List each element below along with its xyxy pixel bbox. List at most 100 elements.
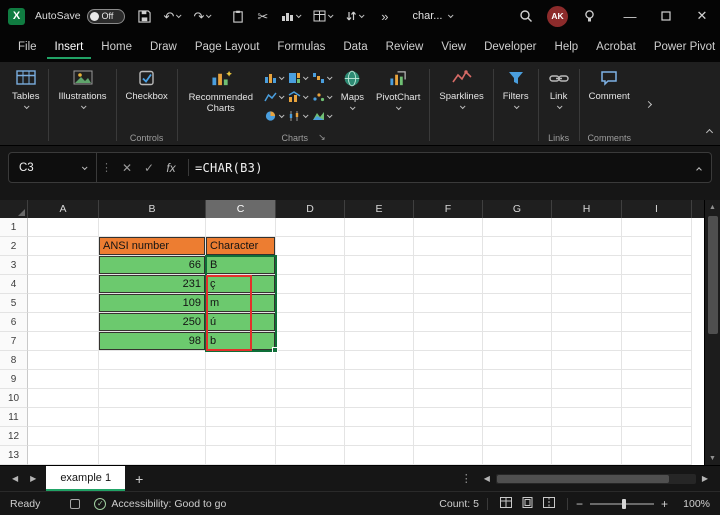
column-header-H[interactable]: H — [552, 200, 622, 218]
ribbon-collapse-icon[interactable] — [705, 122, 714, 140]
cell-F2[interactable] — [414, 237, 483, 256]
column-header-I[interactable]: I — [622, 200, 692, 218]
cell-A3[interactable] — [28, 256, 99, 275]
cell-E2[interactable] — [345, 237, 414, 256]
cell-E13[interactable] — [345, 446, 414, 465]
cell-A5[interactable] — [28, 294, 99, 313]
cancel-entry-icon[interactable]: ✕ — [116, 161, 138, 175]
cell-B8[interactable] — [99, 351, 206, 370]
cell-B10[interactable] — [99, 389, 206, 408]
cell-H11[interactable] — [552, 408, 622, 427]
cell-B11[interactable] — [99, 408, 206, 427]
cell-I10[interactable] — [622, 389, 692, 408]
name-box[interactable]: C3 — [9, 153, 97, 182]
fill-handle[interactable] — [272, 347, 278, 353]
row-header-10[interactable]: 10 — [0, 389, 28, 408]
ribbon-more-icon[interactable] — [640, 64, 657, 145]
undo-button[interactable]: ↶ — [164, 10, 182, 23]
cell-D6[interactable] — [276, 313, 345, 332]
row-header-1[interactable]: 1 — [0, 218, 28, 237]
cell-D2[interactable] — [276, 237, 345, 256]
sheet-nav-right-icon[interactable]: ▶ — [24, 474, 42, 483]
cell-C1[interactable] — [206, 218, 276, 237]
cell-B2[interactable]: ANSI number — [99, 237, 206, 256]
cell-C12[interactable] — [206, 427, 276, 446]
cell-C4[interactable]: ç — [206, 275, 276, 294]
row-header-13[interactable]: 13 — [0, 446, 28, 465]
excel-logo-icon[interactable]: X — [8, 7, 25, 25]
pie-chart-icon[interactable] — [262, 106, 286, 125]
row-header-3[interactable]: 3 — [0, 256, 28, 275]
cell-E1[interactable] — [345, 218, 414, 237]
search-icon[interactable] — [511, 9, 541, 23]
cell-D1[interactable] — [276, 218, 345, 237]
cell-C8[interactable] — [206, 351, 276, 370]
cell-H2[interactable] — [552, 237, 622, 256]
confirm-entry-icon[interactable]: ✓ — [138, 161, 160, 175]
cell-D4[interactable] — [276, 275, 345, 294]
cell-G13[interactable] — [483, 446, 552, 465]
cell-G4[interactable] — [483, 275, 552, 294]
clipboard-icon[interactable] — [232, 10, 244, 23]
cell-I2[interactable] — [622, 237, 692, 256]
menu-tab-developer[interactable]: Developer — [476, 35, 544, 59]
cell-F3[interactable] — [414, 256, 483, 275]
column-header-D[interactable]: D — [276, 200, 345, 218]
formula-bar-expand-icon[interactable] — [687, 159, 711, 177]
cell-F4[interactable] — [414, 275, 483, 294]
autosave-toggle[interactable]: Off — [86, 8, 125, 24]
menu-tab-insert[interactable]: Insert — [46, 35, 92, 59]
cut-icon[interactable]: ✂ — [257, 10, 268, 23]
cell-B4[interactable]: 231 — [99, 275, 206, 294]
cell-F7[interactable] — [414, 332, 483, 351]
row-header-4[interactable]: 4 — [0, 275, 28, 294]
zoom-in-button[interactable]: + — [661, 497, 668, 511]
row-header-5[interactable]: 5 — [0, 294, 28, 313]
menu-tab-data[interactable]: Data — [335, 35, 375, 59]
hierarchy-chart-icon[interactable] — [286, 68, 310, 87]
cell-C13[interactable] — [206, 446, 276, 465]
account-avatar[interactable]: AK — [547, 5, 568, 27]
add-sheet-button[interactable]: + — [125, 471, 153, 487]
cell-I9[interactable] — [622, 370, 692, 389]
menu-tab-file[interactable]: File — [10, 35, 45, 59]
cell-A7[interactable] — [28, 332, 99, 351]
cell-E12[interactable] — [345, 427, 414, 446]
zoom-slider-knob[interactable] — [621, 498, 626, 509]
cell-E9[interactable] — [345, 370, 414, 389]
cell-F12[interactable] — [414, 427, 483, 446]
horizontal-scrollbar[interactable]: ◀ ▶ — [478, 473, 714, 484]
table-quick-icon[interactable] — [313, 10, 334, 22]
chart-quick-icon[interactable] — [281, 10, 302, 22]
waterfall-chart-icon[interactable] — [310, 68, 334, 87]
menu-tab-acrobat[interactable]: Acrobat — [588, 35, 644, 59]
recommended-charts-button[interactable]: Recommended Charts — [182, 65, 260, 130]
cell-D13[interactable] — [276, 446, 345, 465]
macro-record-icon[interactable] — [70, 498, 81, 509]
tables-button[interactable]: Tables — [7, 65, 44, 130]
cell-A2[interactable] — [28, 237, 99, 256]
column-header-C[interactable]: C — [206, 200, 276, 218]
cell-A6[interactable] — [28, 313, 99, 332]
cell-I8[interactable] — [622, 351, 692, 370]
sheet-nav-left-icon[interactable]: ◀ — [6, 474, 24, 483]
cell-G9[interactable] — [483, 370, 552, 389]
cell-F1[interactable] — [414, 218, 483, 237]
minimize-button[interactable]: — — [612, 0, 648, 32]
menu-tab-draw[interactable]: Draw — [142, 35, 185, 59]
cell-I13[interactable] — [622, 446, 692, 465]
cell-D9[interactable] — [276, 370, 345, 389]
cell-I12[interactable] — [622, 427, 692, 446]
cell-E10[interactable] — [345, 389, 414, 408]
cell-H5[interactable] — [552, 294, 622, 313]
combo-chart-icon[interactable] — [286, 87, 310, 106]
cell-H13[interactable] — [552, 446, 622, 465]
menu-tab-page-layout[interactable]: Page Layout — [187, 35, 268, 59]
cell-C5[interactable]: m — [206, 294, 276, 313]
scroll-down-icon[interactable]: ▼ — [709, 451, 716, 465]
cell-G2[interactable] — [483, 237, 552, 256]
cell-D10[interactable] — [276, 389, 345, 408]
zoom-level[interactable]: 100% — [676, 498, 710, 510]
cell-I1[interactable] — [622, 218, 692, 237]
checkbox-button[interactable]: Checkbox — [121, 65, 173, 130]
